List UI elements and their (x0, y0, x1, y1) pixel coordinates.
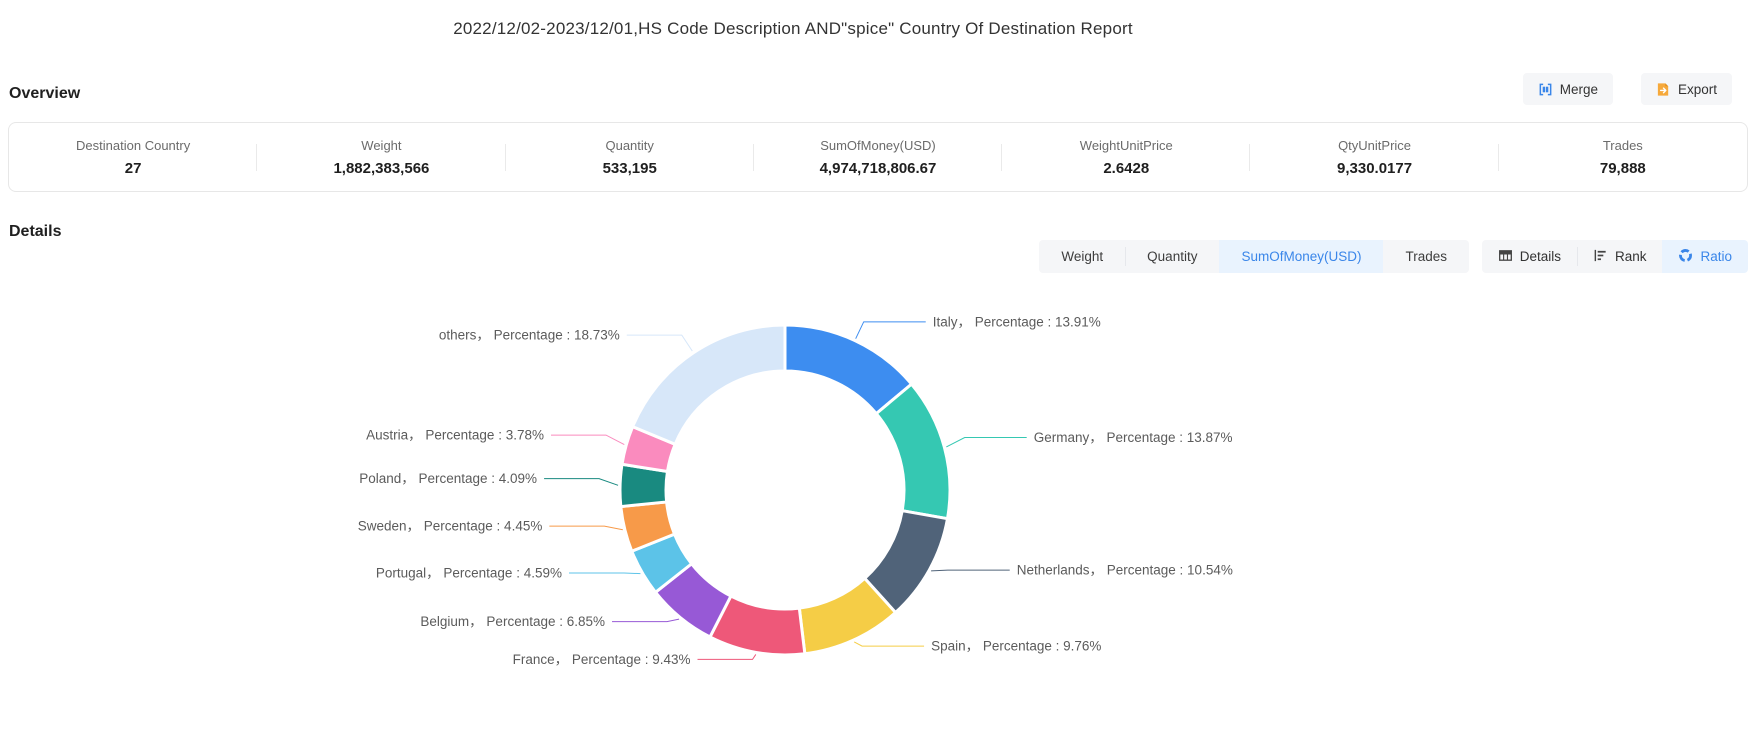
stat-value: 4,974,718,806.67 (754, 160, 1002, 177)
tab-label: Details (1520, 249, 1561, 264)
stat-sumofmoney-usd-: SumOfMoney(USD) 4,974,718,806.67 (754, 134, 1002, 181)
donut-slice-germany[interactable] (876, 384, 950, 519)
slice-label-austria: Austria， Percentage : 3.78% (366, 428, 544, 443)
tab-rank[interactable]: Rank (1577, 240, 1663, 273)
tab-details[interactable]: Details (1482, 240, 1577, 273)
overview-heading: Overview (9, 85, 80, 103)
label-leader-line (549, 526, 622, 530)
slice-label-portugal: Portugal， Percentage : 4.59% (376, 565, 562, 580)
tab-label: SumOfMoney(USD) (1241, 249, 1361, 264)
tab-ratio[interactable]: Ratio (1662, 240, 1748, 273)
stat-label: WeightUnitPrice (1002, 138, 1250, 153)
tab-label: Trades (1405, 249, 1447, 264)
details-heading: Details (9, 223, 61, 241)
export-button-label: Export (1678, 82, 1717, 97)
label-leader-line (854, 642, 924, 646)
action-buttons: Merge Export (1523, 73, 1732, 105)
slice-label-italy: Italy， Percentage : 13.91% (933, 314, 1101, 329)
label-leader-line (856, 322, 926, 339)
slice-label-france: France， Percentage : 9.43% (513, 652, 691, 667)
stat-label: Quantity (506, 138, 754, 153)
label-leader-line (612, 619, 679, 622)
stat-quantity: Quantity 533,195 (506, 134, 754, 181)
stat-label: Weight (257, 138, 505, 153)
merge-icon (1538, 82, 1553, 97)
tab-weight[interactable]: Weight (1039, 240, 1125, 273)
stat-value: 533,195 (506, 160, 754, 177)
label-leader-line (627, 335, 693, 351)
stat-weightunitprice: WeightUnitPrice 2.6428 (1002, 134, 1250, 181)
stats-bar: Destination Country 27Weight 1,882,383,566… (8, 122, 1748, 192)
slice-label-sweden: Sweden， Percentage : 4.45% (358, 519, 543, 534)
rank-icon (1593, 248, 1608, 266)
stat-qtyunitprice: QtyUnitPrice 9,330.0177 (1250, 134, 1498, 181)
slice-label-netherlands: Netherlands， Percentage : 10.54% (1017, 563, 1233, 578)
tab-label: Quantity (1147, 249, 1197, 264)
view-tabs: Details Rank Ratio (1482, 240, 1748, 273)
label-leader-line (544, 479, 618, 486)
merge-button[interactable]: Merge (1523, 73, 1613, 105)
stat-value: 27 (9, 160, 257, 177)
stat-value: 9,330.0177 (1250, 160, 1498, 177)
export-button[interactable]: Export (1641, 73, 1732, 105)
stat-value: 2.6428 (1002, 160, 1250, 177)
slice-label-germany: Germany， Percentage : 13.87% (1034, 430, 1233, 445)
ratio-icon (1678, 248, 1693, 266)
slice-label-belgium: Belgium， Percentage : 6.85% (420, 614, 605, 629)
tab-sumofmoney-usd-[interactable]: SumOfMoney(USD) (1219, 240, 1383, 273)
page-title-text: 2022/12/02-2023/12/01,HS Code Descriptio… (453, 19, 1133, 39)
export-icon (1656, 82, 1671, 97)
tab-label: Ratio (1700, 249, 1732, 264)
table-icon (1498, 248, 1513, 266)
label-leader-line (551, 435, 624, 445)
slice-label-others: others， Percentage : 18.73% (439, 328, 620, 343)
tab-trades[interactable]: Trades (1383, 240, 1469, 273)
stat-value: 79,888 (1499, 160, 1747, 177)
slice-label-poland: Poland， Percentage : 4.09% (359, 471, 537, 486)
merge-button-label: Merge (1560, 82, 1598, 97)
donut-slice-others[interactable] (633, 325, 785, 444)
label-leader-line (569, 573, 640, 574)
tab-quantity[interactable]: Quantity (1125, 240, 1219, 273)
stat-label: Destination Country (9, 138, 257, 153)
stat-trades: Trades 79,888 (1499, 134, 1747, 181)
tab-label: Rank (1615, 249, 1647, 264)
stat-weight: Weight 1,882,383,566 (257, 134, 505, 181)
tab-label: Weight (1061, 249, 1103, 264)
stat-value: 1,882,383,566 (257, 160, 505, 177)
donut-chart: Italy， Percentage : 13.91% Germany， Perce… (0, 280, 1756, 753)
stat-label: Trades (1499, 138, 1747, 153)
metric-tabs: Weight Quantity SumOfMoney(USD) Trades (1039, 240, 1469, 273)
label-leader-line (698, 654, 756, 659)
label-leader-line (931, 570, 1010, 571)
stat-destination-country: Destination Country 27 (9, 134, 257, 181)
stat-label: SumOfMoney(USD) (754, 138, 1002, 153)
page-title: 2022/12/02-2023/12/01,HS Code Descriptio… (0, 19, 1756, 39)
label-leader-line (946, 438, 1026, 447)
stat-label: QtyUnitPrice (1250, 138, 1498, 153)
slice-label-spain: Spain， Percentage : 9.76% (931, 639, 1101, 654)
